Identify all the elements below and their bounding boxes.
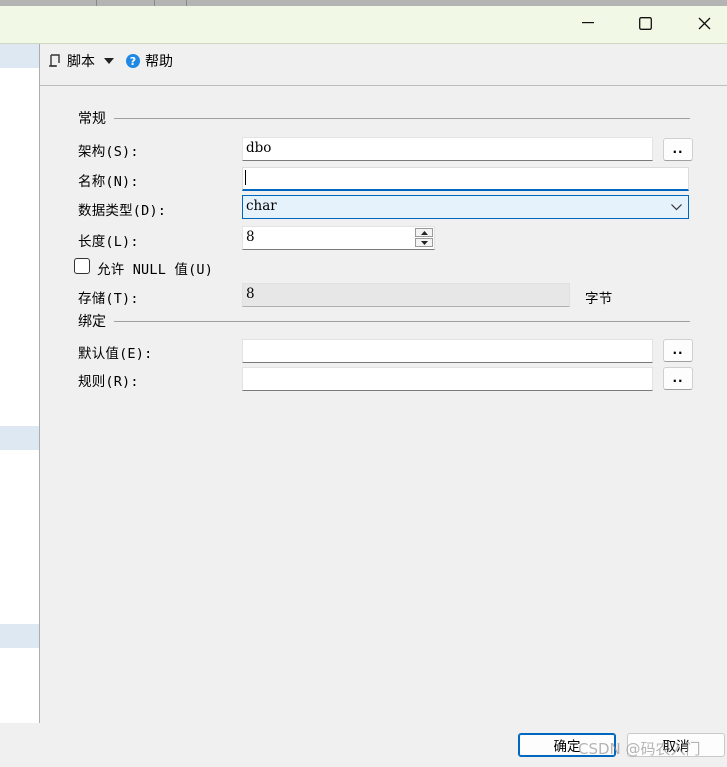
storage-field: 8	[242, 283, 570, 307]
length-spin-buttons	[414, 227, 434, 249]
toolbar: 脚本 ? 帮助	[40, 44, 727, 86]
length-stepper[interactable]: 8	[242, 226, 435, 250]
storage-label: 存储(T):	[78, 291, 139, 307]
name-label: 名称(N):	[78, 174, 139, 190]
schema-browse-button[interactable]: ..	[663, 138, 693, 161]
section-divider	[114, 321, 690, 322]
minimize-button[interactable]	[565, 8, 611, 38]
length-up-button[interactable]	[415, 228, 433, 237]
schema-label: 架构(S):	[78, 144, 139, 160]
length-label: 长度(L):	[78, 234, 139, 250]
rule-field[interactable]	[242, 367, 653, 391]
length-down-button[interactable]	[415, 238, 433, 247]
rule-label: 规则(R):	[78, 374, 139, 390]
close-button[interactable]	[681, 8, 727, 38]
section-general-title: 常规	[78, 111, 106, 127]
pane-header	[0, 44, 39, 68]
help-label: 帮助	[145, 54, 173, 70]
script-menu-button[interactable]: 脚本	[48, 50, 114, 72]
help-button[interactable]: ? 帮助	[126, 50, 173, 72]
schema-field[interactable]: dbo	[242, 137, 653, 161]
data-type-label: 数据类型(D):	[78, 203, 167, 219]
page-selector-pane	[0, 44, 40, 723]
minimize-icon	[582, 22, 594, 24]
length-value: 8	[246, 229, 255, 245]
spin-down-icon	[420, 240, 428, 245]
tab-strip	[0, 0, 727, 6]
dropdown-arrow-icon	[104, 58, 114, 64]
title-bar	[0, 0, 727, 44]
default-browse-button[interactable]: ..	[663, 339, 693, 362]
chevron-down-icon	[671, 204, 682, 211]
allow-null-label[interactable]: 允许 NULL 值(U)	[97, 258, 213, 278]
section-binding: 绑定	[78, 313, 690, 330]
spin-up-icon	[420, 230, 428, 235]
section-divider	[114, 118, 690, 119]
section-general: 常规	[78, 110, 690, 127]
maximize-button[interactable]	[622, 8, 668, 38]
storage-unit: 字节	[585, 291, 613, 307]
script-icon	[49, 54, 60, 67]
allow-null-checkbox[interactable]	[74, 258, 90, 274]
default-label: 默认值(E):	[78, 346, 153, 362]
svg-text:?: ?	[130, 55, 136, 68]
pane-section-header	[0, 426, 39, 450]
default-field[interactable]	[242, 339, 653, 363]
name-field[interactable]	[242, 167, 689, 191]
close-icon	[698, 17, 710, 29]
script-label: 脚本	[67, 54, 95, 70]
help-icon: ?	[126, 54, 140, 68]
data-type-value: char	[246, 198, 277, 214]
pane-section-header	[0, 624, 39, 648]
rule-browse-button[interactable]: ..	[663, 367, 693, 390]
section-binding-title: 绑定	[78, 314, 106, 330]
watermark: CSDN @码农入门	[578, 740, 701, 758]
text-caret	[245, 170, 246, 185]
maximize-icon	[638, 16, 652, 30]
data-type-select[interactable]: char	[242, 195, 689, 219]
